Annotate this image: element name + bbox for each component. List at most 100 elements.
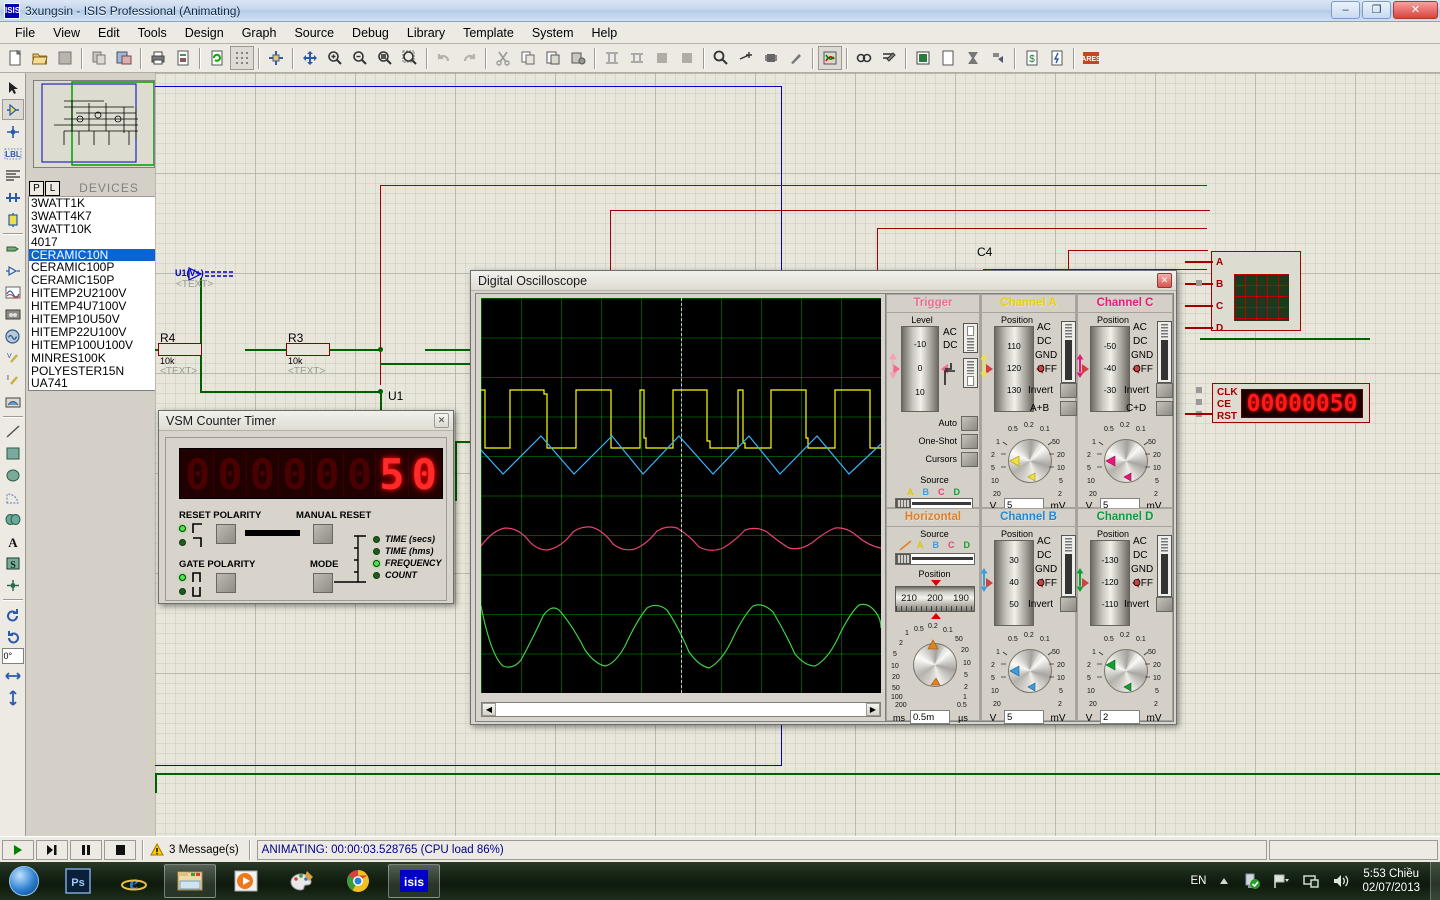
zoom-area-icon[interactable] — [373, 46, 397, 70]
tape-recorder-icon[interactable] — [2, 304, 24, 325]
channel-a-coupling-gnd[interactable]: GND — [1035, 350, 1057, 361]
channel-a-voltsdiv-knob[interactable]: 0.5 0.2 0.1 1 50 2 20 5 10 10 5 20 2 — [988, 417, 1072, 503]
wire-autorouter-icon[interactable] — [818, 46, 842, 70]
isis-icon[interactable]: isis — [388, 864, 440, 898]
component-mode-icon[interactable] — [1, 99, 24, 120]
channel-a-coupling-dc[interactable]: DC — [1037, 336, 1051, 347]
property-assign-icon[interactable] — [877, 46, 901, 70]
channel-b-coupling-off[interactable]: OFF — [1037, 578, 1057, 589]
circle-icon[interactable] — [2, 465, 24, 486]
pan-icon[interactable] — [298, 46, 322, 70]
channel-b-coupling-dc[interactable]: DC — [1037, 550, 1051, 561]
terminals-icon[interactable] — [2, 238, 24, 259]
marker-icon[interactable] — [2, 575, 24, 596]
channel-b-voltsdiv-value[interactable]: 5 — [1004, 709, 1044, 724]
level-updown-icon[interactable] — [888, 353, 898, 379]
selection-mode-icon[interactable] — [2, 77, 24, 98]
channel-b-voltsdiv-knob[interactable]: 0.5 0.2 0.1 1 50 2 20 5 10 10 5 20 2 — [988, 627, 1072, 713]
file-explorer-icon[interactable] — [164, 864, 216, 898]
virtual-instrument-icon[interactable] — [2, 392, 24, 413]
step-button[interactable] — [36, 839, 68, 860]
horizontal-position-slider[interactable]: 210 200 190 — [895, 585, 975, 612]
windows-start-orb[interactable] — [0, 863, 48, 899]
channel-b-invert-button[interactable] — [1060, 596, 1077, 612]
list-item[interactable]: 4017 — [29, 235, 157, 249]
channel-c-coupling-off[interactable]: OFF — [1133, 364, 1153, 375]
hsource-channel-a[interactable]: A — [917, 540, 924, 550]
action-center-flag-icon[interactable] — [1266, 873, 1296, 889]
block-delete-icon[interactable] — [675, 46, 699, 70]
led-matrix-component[interactable] — [1211, 251, 1301, 331]
menu-library[interactable]: Library — [398, 24, 454, 42]
list-item[interactable]: UA741 — [29, 377, 157, 390]
block-copy-icon[interactable] — [600, 46, 624, 70]
tray-language[interactable]: EN — [1184, 875, 1212, 887]
channel-a-updown-icon[interactable] — [979, 353, 989, 379]
redo-icon[interactable] — [457, 46, 481, 70]
horizontal-scrollbar[interactable]: ◀ ▶ — [481, 702, 881, 717]
library-button[interactable]: L — [45, 180, 60, 196]
print-icon[interactable] — [146, 46, 170, 70]
trigger-oneshot-button[interactable] — [961, 434, 978, 449]
paste-block-icon[interactable] — [566, 46, 590, 70]
trigger-auto-button[interactable] — [961, 416, 978, 431]
menu-template[interactable]: Template — [454, 24, 523, 42]
timebase-knob[interactable]: 0.5 0.2 1 0.1 2 50 5 20 10 10 20 5 50 2 100 1 20… — [891, 619, 979, 707]
channel-c-voltsdiv-knob[interactable]: 0.5 0.2 0.1 1 50 2 20 5 10 10 5 20 2 — [1084, 417, 1168, 503]
photoshop-icon[interactable]: Ps — [52, 864, 104, 898]
channel-c-coupling-dc[interactable]: DC — [1133, 336, 1147, 347]
source-channel-a[interactable]: A — [907, 487, 914, 497]
hsource-channel-d[interactable]: D — [964, 540, 971, 550]
channel-a-sum-button[interactable] — [1060, 401, 1077, 416]
trigger-coupling-dc[interactable]: DC — [943, 340, 957, 351]
subcircuit-icon[interactable] — [2, 209, 24, 230]
refresh-icon[interactable] — [205, 46, 229, 70]
remove-sheet-icon[interactable] — [961, 46, 985, 70]
play-button[interactable] — [2, 839, 34, 860]
internet-explorer-icon[interactable]: e — [108, 864, 160, 898]
trigger-cursors-button[interactable] — [961, 452, 978, 467]
current-probe-icon[interactable]: I — [2, 370, 24, 391]
undo-icon[interactable] — [432, 46, 456, 70]
usb-icon[interactable] — [1236, 872, 1266, 890]
list-item[interactable]: 3WATT4K7 — [29, 210, 157, 223]
channel-d-invert-button[interactable] — [1156, 596, 1173, 612]
ares-icon[interactable]: ARES — [1079, 46, 1103, 70]
text-script-icon[interactable] — [2, 165, 24, 186]
channel-a-coupling-switch[interactable] — [1061, 321, 1076, 383]
list-item[interactable]: HITEMP10U50V — [29, 313, 157, 326]
mirror-vertical-icon[interactable] — [2, 687, 24, 708]
source-channel-c[interactable]: C — [938, 487, 945, 497]
trigger-edge-icon[interactable] — [943, 361, 959, 387]
list-item[interactable]: HITEMP22U100V — [29, 326, 157, 339]
list-item[interactable]: 3WATT1K — [29, 197, 157, 210]
channel-b-updown-icon[interactable] — [979, 567, 989, 593]
menu-debug[interactable]: Debug — [343, 24, 398, 42]
search-tag-icon[interactable] — [852, 46, 876, 70]
channel-b-coupling-ac[interactable]: AC — [1037, 536, 1051, 547]
new-file-icon[interactable] — [3, 46, 27, 70]
channel-d-coupling-gnd[interactable]: GND — [1131, 564, 1153, 575]
oscilloscope-window[interactable]: Digital Oscilloscope ✕ ◀ ▶ Trigger Level… — [470, 270, 1177, 725]
devices-list[interactable]: 3WATT1K 3WATT4K7 3WATT10K 4017 CERAMIC10… — [28, 197, 158, 391]
mode-button[interactable] — [313, 573, 333, 593]
paste-icon[interactable] — [541, 46, 565, 70]
media-player-icon[interactable] — [220, 864, 272, 898]
zoom-in-icon[interactable] — [323, 46, 347, 70]
pick-devices-button[interactable]: P — [29, 180, 44, 196]
channel-c-invert-button[interactable] — [1156, 383, 1173, 398]
maximize-button[interactable]: ❐ — [1362, 1, 1391, 19]
channel-c-position-slider[interactable]: -50 -40 -30 — [1090, 326, 1130, 412]
list-item[interactable]: 3WATT10K — [29, 223, 157, 236]
scroll-left-arrow[interactable]: ◀ — [482, 703, 496, 716]
trigger-coupling-ac[interactable]: AC — [943, 327, 957, 338]
rotate-cw-icon[interactable] — [2, 604, 24, 625]
channel-d-coupling-ac[interactable]: AC — [1133, 536, 1147, 547]
schematic-overview-preview[interactable] — [33, 80, 155, 168]
graph-mode-icon[interactable] — [2, 282, 24, 303]
channel-c-updown-icon[interactable] — [1075, 353, 1085, 379]
channel-d-position-slider[interactable]: -130 -120 -110 — [1090, 539, 1130, 626]
packaging-icon[interactable] — [759, 46, 783, 70]
chevron-up-icon[interactable] — [1212, 876, 1236, 886]
channel-d-coupling-switch[interactable] — [1157, 534, 1172, 597]
